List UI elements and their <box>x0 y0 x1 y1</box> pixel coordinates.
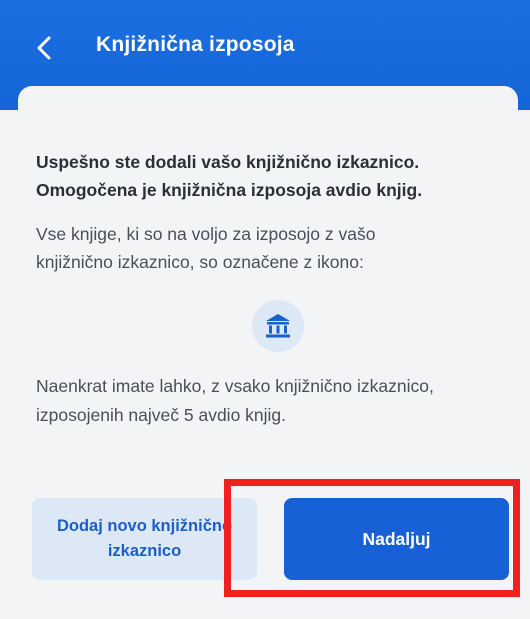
add-library-card-button[interactable]: Dodaj novo knjižnično izkaznico <box>32 498 257 580</box>
add-library-card-label: Dodaj novo knjižnično <box>56 517 233 535</box>
info-message: Vse knjige, ki so na voljo za izposojo z… <box>36 220 506 276</box>
library-icon-badge <box>252 300 304 352</box>
info-message-line: knjižnično izkaznico, so označene z ikon… <box>36 252 364 272</box>
app-screen: Knjižnična izposoja Uspešno ste dodali v… <box>0 0 530 619</box>
success-message: Uspešno ste dodali vašo knjižnično izkaz… <box>36 148 516 204</box>
limit-message-line: Naenkrat imate lahko, z vsako knjižnično… <box>36 376 434 396</box>
library-icon <box>266 314 290 338</box>
add-library-card-label: izkaznico <box>107 542 182 560</box>
limit-message-line: izposojenih največ 5 avdio knjig. <box>36 405 287 425</box>
back-button[interactable] <box>24 28 64 68</box>
continue-button[interactable]: Nadaljuj <box>284 498 509 580</box>
continue-button-label: Nadaljuj <box>362 528 431 549</box>
success-message-line: Uspešno ste dodali vašo knjižnično izkaz… <box>36 152 420 172</box>
page-title: Knjižnična izposoja <box>96 33 295 56</box>
limit-message: Naenkrat imate lahko, z vsako knjižnično… <box>36 372 516 430</box>
success-message-line: Omogočena je knjižnična izposoja avdio k… <box>36 180 423 200</box>
chevron-left-icon <box>37 36 51 60</box>
info-message-line: Vse knjige, ki so na voljo za izposojo z… <box>36 224 376 244</box>
